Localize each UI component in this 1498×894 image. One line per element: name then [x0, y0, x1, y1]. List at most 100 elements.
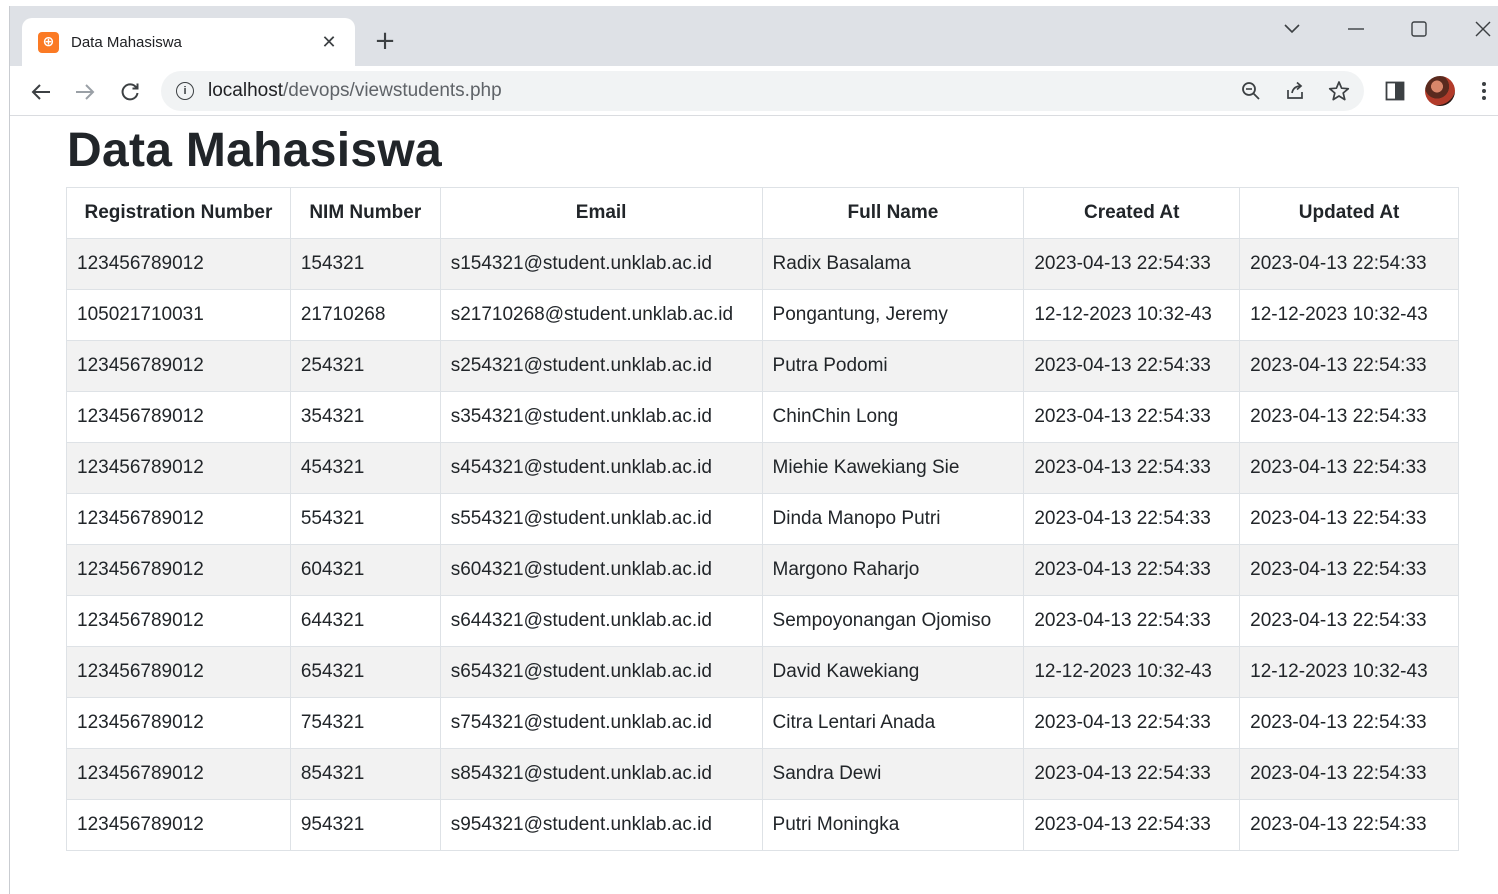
- cell-created-at: 2023-04-13 22:54:33: [1023, 595, 1241, 647]
- cell-nim-number: 654321: [289, 646, 441, 698]
- cell-created-at: 2023-04-13 22:54:33: [1023, 340, 1241, 392]
- cell-email: s254321@student.unklab.ac.id: [439, 340, 763, 392]
- cell-updated-at: 2023-04-13 22:54:33: [1239, 595, 1459, 647]
- cell-registration-number: 105021710031: [66, 289, 291, 341]
- cell-nim-number: 954321: [289, 799, 441, 851]
- cell-created-at: 2023-04-13 22:54:33: [1023, 238, 1241, 290]
- bookmark-star-icon[interactable]: [1327, 79, 1351, 103]
- cell-registration-number: 123456789012: [66, 442, 291, 494]
- table-body: 123456789012 154321 s154321@student.unklab…: [66, 238, 1459, 851]
- forward-arrow-icon[interactable]: [69, 76, 101, 108]
- share-icon[interactable]: [1283, 79, 1307, 103]
- tab-data-mahasiswa[interactable]: ⊕ Data Mahasiswa ✕: [22, 18, 355, 66]
- close-window-icon[interactable]: [1461, 14, 1498, 44]
- cell-nim-number: 604321: [289, 544, 441, 596]
- table-row: 123456789012 254321 s254321@student.unklab…: [66, 340, 1459, 392]
- cell-nim-number: 21710268: [289, 289, 441, 341]
- new-tab-button[interactable]: +: [370, 26, 400, 56]
- tab-strip: ⊕ Data Mahasiswa ✕ +: [10, 6, 1498, 66]
- cell-created-at: 2023-04-13 22:54:33: [1023, 493, 1241, 545]
- cell-email: s854321@student.unklab.ac.id: [439, 748, 763, 800]
- table-row: 123456789012 954321 s954321@student.unklab…: [66, 799, 1459, 851]
- cell-full-name: Putri Moningka: [761, 799, 1025, 851]
- students-table: Registration Number NIM Number Email Ful…: [66, 187, 1459, 851]
- cell-created-at: 2023-04-13 22:54:33: [1023, 442, 1241, 494]
- zoom-icon[interactable]: [1239, 79, 1263, 103]
- table-row: 123456789012 454321 s454321@student.unklab…: [66, 442, 1459, 494]
- cell-nim-number: 854321: [289, 748, 441, 800]
- tab-search-icon[interactable]: [1270, 14, 1314, 44]
- cell-updated-at: 2023-04-13 22:54:33: [1239, 544, 1459, 596]
- cell-updated-at: 2023-04-13 22:54:33: [1239, 340, 1459, 392]
- cell-registration-number: 123456789012: [66, 799, 291, 851]
- cell-full-name: Radix Basalama: [761, 238, 1025, 290]
- table-row: 123456789012 754321 s754321@student.unklab…: [66, 697, 1459, 749]
- profile-avatar[interactable]: [1425, 76, 1455, 106]
- cell-email: s554321@student.unklab.ac.id: [439, 493, 763, 545]
- tab-close-icon[interactable]: ✕: [317, 30, 341, 54]
- browser-window: ⊕ Data Mahasiswa ✕ + i localhost/devops/…: [9, 6, 1498, 894]
- cell-updated-at: 2023-04-13 22:54:33: [1239, 493, 1459, 545]
- cell-created-at: 12-12-2023 10:32-43: [1023, 646, 1241, 698]
- cell-created-at: 12-12-2023 10:32-43: [1023, 289, 1241, 341]
- cell-updated-at: 12-12-2023 10:32-43: [1239, 289, 1459, 341]
- cell-full-name: Putra Podomi: [761, 340, 1025, 392]
- side-panel-icon[interactable]: [1383, 79, 1407, 103]
- more-menu-icon[interactable]: [1472, 79, 1496, 103]
- xampp-favicon-icon: ⊕: [38, 31, 59, 53]
- cell-registration-number: 123456789012: [66, 493, 291, 545]
- minimize-icon[interactable]: [1334, 14, 1378, 44]
- cell-registration-number: 123456789012: [66, 544, 291, 596]
- page-content: Data Mahasiswa Registration Number NIM N…: [10, 117, 1498, 894]
- cell-updated-at: 2023-04-13 22:54:33: [1239, 697, 1459, 749]
- cell-full-name: Sempoyonangan Ojomiso: [761, 595, 1025, 647]
- cell-nim-number: 354321: [289, 391, 441, 443]
- table-header-row: Registration Number NIM Number Email Ful…: [66, 187, 1459, 239]
- reload-icon[interactable]: [114, 76, 146, 108]
- cell-full-name: David Kawekiang: [761, 646, 1025, 698]
- header-email: Email: [439, 187, 763, 239]
- cell-nim-number: 454321: [289, 442, 441, 494]
- cell-nim-number: 644321: [289, 595, 441, 647]
- header-nim-number: NIM Number: [289, 187, 441, 239]
- table-row: 123456789012 354321 s354321@student.unklab…: [66, 391, 1459, 443]
- url-path: /devops/viewstudents.php: [283, 80, 502, 101]
- cell-updated-at: 12-12-2023 10:32-43: [1239, 646, 1459, 698]
- cell-email: s354321@student.unklab.ac.id: [439, 391, 763, 443]
- cell-registration-number: 123456789012: [66, 646, 291, 698]
- table-row: 123456789012 854321 s854321@student.unklab…: [66, 748, 1459, 800]
- back-arrow-icon[interactable]: [25, 76, 57, 108]
- cell-email: s454321@student.unklab.ac.id: [439, 442, 763, 494]
- cell-created-at: 2023-04-13 22:54:33: [1023, 391, 1241, 443]
- cell-registration-number: 123456789012: [66, 697, 291, 749]
- url-text[interactable]: localhost/devops/viewstudents.php: [208, 80, 502, 102]
- site-info-icon[interactable]: i: [176, 82, 194, 100]
- cell-registration-number: 123456789012: [66, 340, 291, 392]
- header-created-at: Created At: [1023, 187, 1241, 239]
- maximize-icon[interactable]: [1397, 14, 1441, 44]
- cell-email: s644321@student.unklab.ac.id: [439, 595, 763, 647]
- cell-updated-at: 2023-04-13 22:54:33: [1239, 442, 1459, 494]
- cell-full-name: ChinChin Long: [761, 391, 1025, 443]
- cell-full-name: Miehie Kawekiang Sie: [761, 442, 1025, 494]
- table-row: 123456789012 554321 s554321@student.unklab…: [66, 493, 1459, 545]
- cell-registration-number: 123456789012: [66, 391, 291, 443]
- cell-created-at: 2023-04-13 22:54:33: [1023, 697, 1241, 749]
- cell-full-name: Pongantung, Jeremy: [761, 289, 1025, 341]
- table-row: 123456789012 154321 s154321@student.unklab…: [66, 238, 1459, 290]
- address-bar[interactable]: i localhost/devops/viewstudents.php: [161, 71, 1364, 111]
- cell-full-name: Dinda Manopo Putri: [761, 493, 1025, 545]
- cell-full-name: Sandra Dewi: [761, 748, 1025, 800]
- cell-updated-at: 2023-04-13 22:54:33: [1239, 748, 1459, 800]
- cell-created-at: 2023-04-13 22:54:33: [1023, 544, 1241, 596]
- cell-email: s754321@student.unklab.ac.id: [439, 697, 763, 749]
- cell-email: s21710268@student.unklab.ac.id: [439, 289, 763, 341]
- page-title: Data Mahasiswa: [67, 124, 443, 177]
- cell-created-at: 2023-04-13 22:54:33: [1023, 748, 1241, 800]
- cell-updated-at: 2023-04-13 22:54:33: [1239, 238, 1459, 290]
- cell-created-at: 2023-04-13 22:54:33: [1023, 799, 1241, 851]
- cell-updated-at: 2023-04-13 22:54:33: [1239, 391, 1459, 443]
- table-row: 123456789012 604321 s604321@student.unklab…: [66, 544, 1459, 596]
- header-registration-number: Registration Number: [66, 187, 291, 239]
- browser-toolbar: i localhost/devops/viewstudents.php: [10, 66, 1498, 116]
